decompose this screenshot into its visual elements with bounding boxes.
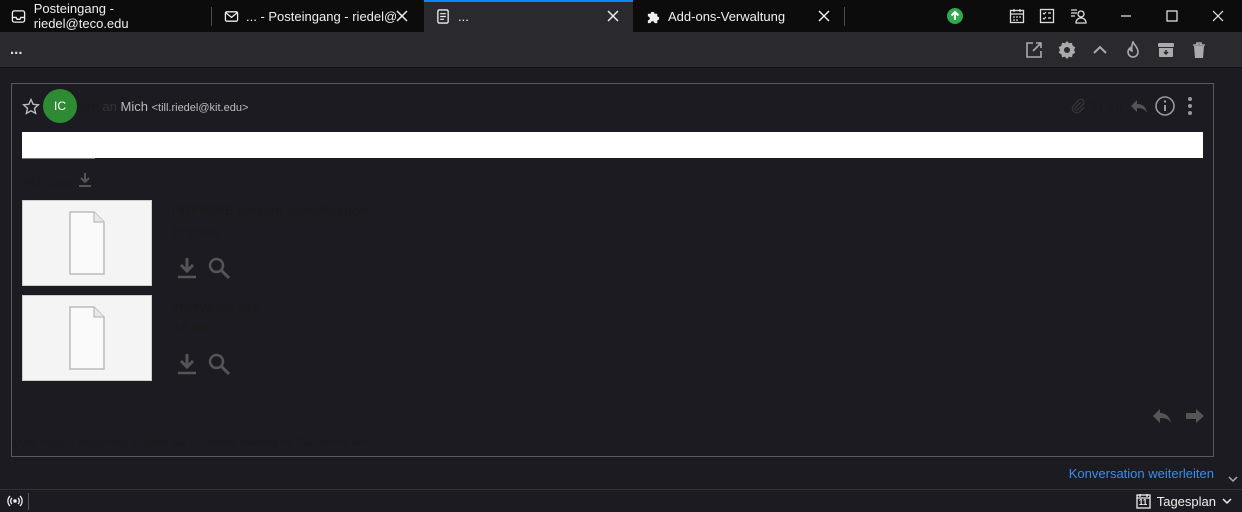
collapse-button[interactable] bbox=[1087, 37, 1113, 63]
avatar: IC bbox=[43, 89, 77, 123]
settings-button[interactable] bbox=[1054, 37, 1080, 63]
close-icon[interactable] bbox=[816, 8, 832, 24]
preview-attachment-button[interactable] bbox=[206, 255, 232, 281]
minimize-icon bbox=[1121, 15, 1131, 17]
download-icon bbox=[178, 354, 196, 375]
attachment-icon bbox=[1066, 94, 1090, 118]
message-body bbox=[22, 132, 1203, 158]
tab-inbox-riedel[interactable]: Posteingang - riedel@teco.edu bbox=[0, 0, 210, 32]
kebab-menu-icon bbox=[1188, 97, 1192, 115]
tab-inbox-thread[interactable]: ... - Posteingang - riedel@teco.edu bbox=[212, 0, 422, 32]
tasks-button[interactable] bbox=[1031, 0, 1063, 32]
delete-button[interactable] bbox=[1186, 37, 1212, 63]
calendar-button[interactable] bbox=[1001, 0, 1033, 32]
file-icon bbox=[69, 306, 105, 370]
chat-icon bbox=[1071, 9, 1087, 24]
update-arrow-icon bbox=[947, 8, 963, 24]
attachment-size: 12 Bytes bbox=[172, 226, 219, 240]
envelope-icon bbox=[222, 7, 240, 25]
reply-icon bbox=[1153, 409, 1171, 423]
burn-button[interactable] bbox=[1120, 37, 1146, 63]
tab-addons[interactable]: Add-ons-Verwaltung bbox=[634, 0, 844, 32]
page-title: ... bbox=[10, 41, 23, 58]
tab-label: ... - Posteingang - riedel@teco.edu bbox=[246, 8, 396, 24]
attachment-preview[interactable] bbox=[22, 200, 152, 286]
close-icon[interactable] bbox=[605, 8, 621, 24]
sender-name[interactable]: Ich bbox=[80, 99, 99, 114]
to-word: an bbox=[102, 99, 117, 114]
online-status-button[interactable] bbox=[7, 493, 23, 512]
close-icon bbox=[1212, 10, 1224, 22]
tasks-icon bbox=[1039, 8, 1055, 24]
maximize-button[interactable] bbox=[1156, 0, 1188, 32]
from-line: Ich an Mich <till.riedel@kit.edu> bbox=[80, 99, 248, 114]
today-pane-button[interactable]: 11 Tagesplan bbox=[1136, 493, 1232, 509]
update-available-button[interactable] bbox=[939, 0, 971, 32]
recipient-address[interactable]: <till.riedel@kit.edu> bbox=[152, 102, 249, 114]
message-icon bbox=[434, 7, 452, 25]
attachment-size: 4,8 KB bbox=[172, 321, 209, 335]
reply-button[interactable] bbox=[1149, 404, 1175, 428]
message-header-toolbar: ... bbox=[0, 32, 1242, 68]
divider bbox=[22, 158, 95, 159]
tagesplan-label: Tagesplan bbox=[1156, 493, 1216, 509]
calendar-day-icon: 11 bbox=[1136, 493, 1151, 509]
broadcast-icon bbox=[7, 495, 23, 507]
info-icon bbox=[1155, 96, 1175, 116]
download-icon bbox=[178, 258, 196, 279]
chat-status-button[interactable] bbox=[1062, 0, 1094, 32]
archive-button[interactable] bbox=[1153, 37, 1179, 63]
download-attachment-button[interactable] bbox=[174, 255, 200, 281]
details-button[interactable] bbox=[1153, 94, 1177, 118]
chevron-up-icon bbox=[1093, 45, 1107, 54]
recipient-name[interactable]: Mich bbox=[121, 99, 148, 114]
tab-separator bbox=[844, 7, 845, 26]
divider bbox=[28, 493, 29, 510]
window-close-button[interactable] bbox=[1202, 0, 1234, 32]
tab-label: Add-ons-Verwaltung bbox=[668, 8, 786, 24]
download-all-icon[interactable] bbox=[78, 172, 92, 191]
search-icon bbox=[208, 257, 231, 280]
gear-icon bbox=[1058, 41, 1076, 59]
attachment-name[interactable]: PGPMIME version identification bbox=[172, 203, 368, 218]
tab-label: ... bbox=[458, 8, 469, 24]
puzzle-icon bbox=[644, 7, 662, 25]
inbox-icon bbox=[10, 7, 28, 25]
close-icon[interactable] bbox=[394, 8, 410, 24]
attachments-label: Anhänge bbox=[22, 174, 75, 189]
message-card: IC Ich an Mich <till.riedel@kit.edu> 21:… bbox=[11, 83, 1214, 457]
reply-button[interactable] bbox=[1127, 94, 1151, 118]
tab-bar: Posteingang - riedel@teco.edu ... - Post… bbox=[0, 0, 1242, 32]
scroll-down-button[interactable] bbox=[1226, 472, 1240, 486]
attachment-preview[interactable] bbox=[22, 295, 152, 381]
trash-icon bbox=[1193, 42, 1205, 58]
maximize-icon bbox=[1166, 10, 1178, 22]
download-attachment-button[interactable] bbox=[174, 351, 200, 377]
preview-attachment-button[interactable] bbox=[206, 351, 232, 377]
archive-icon bbox=[1158, 43, 1174, 57]
forward-conversation-link[interactable]: Konversation weiterleiten bbox=[1069, 466, 1214, 481]
search-icon bbox=[208, 353, 231, 376]
flame-icon bbox=[1127, 41, 1139, 58]
external-link-icon bbox=[1026, 42, 1042, 58]
calendar-day-number: 11 bbox=[1138, 498, 1148, 507]
attachments-header: Anhänge bbox=[22, 172, 92, 191]
chevron-down-icon bbox=[1228, 476, 1238, 483]
forward-icon bbox=[1186, 409, 1204, 423]
attachment-name[interactable]: encrypted.asc bbox=[172, 299, 259, 314]
calendar-icon bbox=[1009, 9, 1025, 24]
tab-message[interactable]: ... bbox=[424, 0, 633, 32]
more-options-button[interactable] bbox=[1178, 94, 1202, 118]
status-bar: 11 Tagesplan bbox=[0, 489, 1242, 512]
message-time: 21:10 bbox=[1090, 99, 1123, 114]
open-in-new-window-button[interactable] bbox=[1021, 37, 1047, 63]
file-icon bbox=[69, 211, 105, 275]
tab-label: Posteingang - riedel@teco.edu bbox=[33, 1, 129, 31]
minimize-button[interactable] bbox=[1110, 0, 1142, 32]
reply-icon bbox=[1131, 100, 1147, 113]
quick-reply-note: Quick Reply is temporarily disabled due … bbox=[12, 438, 372, 449]
forward-button[interactable] bbox=[1182, 404, 1208, 428]
star-icon[interactable] bbox=[21, 97, 41, 121]
chevron-down-icon bbox=[1222, 498, 1232, 505]
